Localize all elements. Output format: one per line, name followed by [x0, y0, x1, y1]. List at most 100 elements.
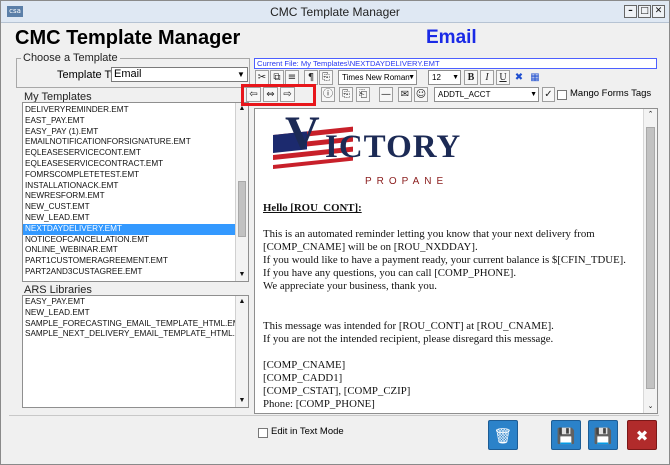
- edit-text-mode-label: Edit in Text Mode: [271, 426, 344, 437]
- ars-list-item[interactable]: NEW_LEAD.EMT: [23, 308, 236, 319]
- app-window: csa CMC Template Manager – □ ✕ CMC Templ…: [0, 0, 670, 465]
- alignment-highlight: [241, 84, 316, 106]
- template-list-item[interactable]: INSTALLATIONACK.EMT: [23, 181, 236, 192]
- paragraph-icon[interactable]: ¶: [304, 70, 318, 85]
- email-address-block: [COMP_CNAME] [COMP_CADD1] [COMP_CSTAT], [C…: [263, 359, 638, 411]
- template-list-item[interactable]: DELIVERYREMINDER.EMT: [23, 105, 236, 116]
- email-line: This message was intended for [ROU_CONT]…: [263, 319, 554, 332]
- template-list-item[interactable]: EQLEASESERVICECONTRACT.EMT: [23, 159, 236, 170]
- ars-list-item[interactable]: EASY_PAY.EMT: [23, 297, 236, 308]
- logo-v: V: [285, 108, 320, 160]
- scroll-up-icon[interactable]: ⌃: [644, 109, 657, 121]
- close-button[interactable]: ✖: [627, 420, 657, 450]
- template-list-item[interactable]: EAST_PAY.EMT: [23, 116, 236, 127]
- template-list-item[interactable]: FOMRSCOMPLETETEST.EMT: [23, 170, 236, 181]
- scroll-down-icon[interactable]: ▼: [236, 269, 248, 281]
- horizontal-rule-icon[interactable]: —: [379, 87, 393, 102]
- ars-libraries-scrollbar[interactable]: ▲ ▼: [235, 296, 248, 407]
- mango-forms-checkbox[interactable]: [557, 90, 567, 100]
- scroll-thumb[interactable]: [646, 127, 655, 389]
- my-templates-list[interactable]: DELIVERYREMINDER.EMT EAST_PAY.EMT EASY_PAY…: [22, 102, 249, 282]
- scroll-up-icon[interactable]: ▲: [236, 296, 248, 308]
- my-templates-scrollbar[interactable]: ▲ ▼: [235, 103, 248, 281]
- save-as-new-button[interactable]: 💾: [588, 420, 618, 450]
- template-list-item[interactable]: NOTICEOFCANCELLATION.EMT: [23, 235, 236, 246]
- scroll-down-icon[interactable]: ⌄: [644, 401, 657, 413]
- email-line: This is an automated reminder letting yo…: [263, 228, 595, 241]
- template-list-item[interactable]: EQLEASESERVICECONT.EMT: [23, 148, 236, 159]
- email-editor[interactable]: V ICTORY PROPANE Hello [ROU_CONT]: This …: [254, 108, 658, 414]
- link-icon[interactable]: ⎘: [339, 87, 353, 102]
- scroll-down-icon[interactable]: ▼: [236, 395, 248, 407]
- close-icon: ✖: [635, 427, 649, 445]
- font-size-select[interactable]: 12 ▼: [428, 70, 461, 85]
- address-line: [COMP_CNAME]: [263, 358, 346, 371]
- copy-icon[interactable]: ⧉: [270, 70, 284, 85]
- close-window-button[interactable]: ✕: [652, 5, 665, 18]
- template-list-item[interactable]: NEXTDAYDELIVERY.EMT: [23, 223, 236, 235]
- ars-libraries-list[interactable]: EASY_PAY.EMT NEW_LEAD.EMT SAMPLE_FORECASTI…: [22, 295, 249, 408]
- unlink-icon[interactable]: ⎗: [356, 87, 370, 102]
- title-bar: csa CMC Template Manager – □ ✕: [1, 1, 669, 23]
- minimize-button[interactable]: –: [624, 5, 637, 18]
- image-icon[interactable]: ✉: [398, 87, 412, 102]
- email-content[interactable]: V ICTORY PROPANE Hello [ROU_CONT]: This …: [263, 108, 638, 411]
- editor-scrollbar[interactable]: ⌃ ⌄: [643, 109, 657, 413]
- chevron-down-icon[interactable]: ▼: [235, 68, 247, 81]
- address-line: [COMP_CSTAT], [COMP_CZIP]: [263, 384, 411, 397]
- template-list-item[interactable]: NEW_LEAD.EMT: [23, 213, 236, 224]
- template-type-value: Email: [114, 68, 142, 80]
- current-file-path: Current File: My Templates\NEXTDAYDELIVE…: [254, 58, 657, 69]
- maximize-button[interactable]: □: [638, 5, 651, 18]
- template-list-item[interactable]: ONLINE_WEBINAR.EMT: [23, 245, 236, 256]
- template-list-item[interactable]: EMAILNOTIFICATIONFORSIGNATURE.EMT: [23, 137, 236, 148]
- template-list-item[interactable]: PART1CUSTOMERAGREEMENT.EMT: [23, 256, 236, 267]
- table-icon[interactable]: ▦: [528, 70, 542, 85]
- apply-field-icon[interactable]: ✓: [542, 87, 555, 102]
- italic-button[interactable]: I: [480, 70, 494, 85]
- ars-list-item[interactable]: SAMPLE_FORECASTING_EMAIL_TEMPLATE_HTML.E…: [23, 319, 245, 330]
- scroll-thumb[interactable]: [238, 181, 246, 237]
- app-heading: CMC Template Manager: [15, 27, 241, 49]
- email-line: If you would like to have a payment read…: [263, 254, 626, 267]
- email-line: If you have any questions, you can call …: [263, 267, 517, 280]
- font-name-value: Times New Roman: [342, 73, 410, 82]
- template-type-select[interactable]: Email ▼: [111, 67, 248, 82]
- clear-format-icon[interactable]: ✖: [512, 70, 526, 85]
- chevron-down-icon[interactable]: ▼: [530, 88, 537, 101]
- save-button[interactable]: 💾: [551, 420, 581, 450]
- field-select[interactable]: ADDTL_ACCT ▼: [434, 87, 539, 102]
- ars-list-item[interactable]: SAMPLE_NEXT_DELIVERY_EMAIL_TEMPLATE_HTML…: [23, 329, 248, 340]
- choose-template-legend: Choose a Template: [21, 52, 120, 64]
- delete-button[interactable]: 🗑: [488, 420, 518, 450]
- trash-icon: 🗑: [493, 427, 513, 445]
- paste-icon[interactable]: ⎘: [319, 70, 333, 85]
- smiley-icon[interactable]: ☺: [414, 87, 428, 102]
- info-icon[interactable]: ⓘ: [321, 87, 335, 102]
- address-line: [COMP_CADD1]: [263, 371, 343, 384]
- field-select-value: ADDTL_ACCT: [438, 90, 491, 99]
- email-line: [COMP_CNAME] will be on [ROU_NXDDAY].: [263, 241, 478, 254]
- font-size-value: 12: [432, 73, 441, 82]
- template-list-item[interactable]: NEWRESFORM.EMT: [23, 191, 236, 202]
- edit-text-mode-checkbox[interactable]: [258, 428, 268, 438]
- email-paragraph-1: This is an automated reminder letting yo…: [263, 228, 638, 293]
- logo-subtitle: PROPANE: [365, 176, 449, 187]
- underline-button[interactable]: U: [496, 70, 510, 85]
- address-line: Phone: [COMP_PHONE]: [263, 398, 375, 411]
- font-name-select[interactable]: Times New Roman ▼: [338, 70, 417, 85]
- section-heading: Email: [426, 27, 477, 48]
- template-list-item[interactable]: PART2AND3CUSTAGREE.EMT: [23, 267, 236, 278]
- chevron-down-icon[interactable]: ▼: [452, 71, 459, 84]
- chevron-down-icon[interactable]: ▼: [408, 71, 415, 84]
- save-new-icon: 💾: [593, 427, 613, 445]
- cut-icon[interactable]: ✂: [255, 70, 269, 85]
- email-greeting: Hello [ROU_CONT]:: [263, 202, 362, 214]
- bullets-icon[interactable]: ≡: [285, 70, 299, 85]
- template-list-item[interactable]: NEW_CUST.EMT: [23, 202, 236, 213]
- mango-forms-label: Mango Forms Tags: [570, 88, 652, 99]
- bold-button[interactable]: B: [464, 70, 478, 85]
- footer-divider: [9, 415, 659, 416]
- template-list-item[interactable]: EASY_PAY (1).EMT: [23, 127, 236, 138]
- save-icon: 💾: [556, 427, 576, 445]
